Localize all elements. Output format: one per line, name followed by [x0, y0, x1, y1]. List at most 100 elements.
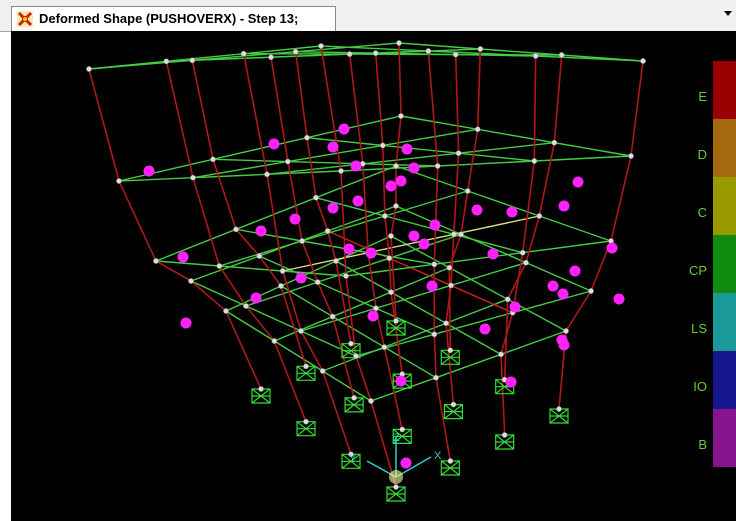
structure-icon — [17, 11, 33, 27]
joint-node — [329, 313, 336, 320]
joint-node — [443, 320, 449, 327]
beam-element — [382, 144, 459, 154]
joint-node — [319, 368, 326, 374]
joint-node — [450, 401, 457, 408]
joint-node — [386, 255, 393, 262]
joint-node — [223, 308, 229, 314]
plastic-hinge — [479, 323, 491, 335]
beam-element — [306, 115, 402, 139]
joint-node — [278, 283, 284, 289]
beam-element — [525, 262, 592, 292]
axis-label-z: Z — [393, 432, 400, 444]
joint-node — [318, 43, 324, 49]
joint-node — [379, 142, 386, 149]
beam-element — [445, 322, 502, 355]
beam-element — [219, 265, 283, 272]
joint-node — [393, 484, 399, 490]
joint-node — [271, 338, 278, 344]
joint-node — [536, 213, 543, 219]
joint-node — [268, 54, 274, 61]
joint-node — [372, 50, 379, 56]
joint-node — [450, 231, 457, 238]
plastic-hinge — [338, 123, 350, 135]
joint-node — [368, 398, 374, 404]
plastic-hinge — [143, 165, 155, 177]
plastic-hinge — [557, 288, 569, 300]
joint-node — [640, 58, 646, 64]
joint-node — [314, 279, 321, 285]
column-element — [427, 50, 452, 462]
beam-element — [398, 42, 481, 50]
joint-node — [285, 158, 291, 165]
plastic-hinge — [365, 247, 377, 259]
plastic-hinge — [177, 251, 189, 263]
beam-element — [219, 240, 303, 267]
joint-node — [447, 347, 454, 354]
beam-element — [458, 141, 555, 154]
beam-element — [300, 307, 377, 332]
joint-node — [446, 264, 453, 271]
joint-node — [388, 289, 394, 295]
origin-marker — [389, 470, 403, 484]
joint-node — [292, 48, 299, 55]
plastic-hinge — [295, 272, 307, 284]
beam-element — [301, 240, 369, 254]
beam-element — [274, 315, 333, 342]
plastic-hinge — [471, 204, 483, 216]
joint-node — [373, 305, 379, 312]
beam-element — [282, 251, 369, 272]
beam-element — [534, 155, 632, 162]
model-viewport[interactable]: ZYX E D C CP LS IO B — [11, 31, 736, 521]
beam-element — [458, 152, 535, 162]
plastic-hinge — [255, 225, 267, 237]
deformed-shape-view: Z Y X — [86, 40, 646, 502]
joint-node — [346, 51, 353, 57]
joint-node — [498, 351, 504, 358]
beam-element — [212, 158, 288, 163]
plastic-hinge — [401, 143, 413, 155]
joint-node — [333, 258, 339, 264]
plastic-hinge — [505, 376, 517, 388]
plastic-hinge — [395, 375, 407, 387]
plastic-hinge — [352, 195, 364, 207]
beam-element — [322, 370, 372, 402]
plastic-hinge — [569, 265, 581, 277]
plastic-hinge — [350, 160, 362, 172]
tab-title: Deformed Shape (PUSHOVERX) - Step 13; — [39, 11, 299, 26]
joint-node — [298, 328, 304, 334]
beam-element — [383, 346, 437, 379]
beam-element — [437, 160, 535, 167]
joint-node — [381, 344, 388, 350]
plastic-hinge — [180, 317, 192, 329]
joint-node — [393, 163, 399, 169]
joint-node — [628, 153, 634, 159]
joint-node — [382, 213, 388, 219]
joint-node — [324, 228, 331, 234]
joint-node — [447, 458, 454, 464]
column-element — [165, 61, 307, 422]
tab-deformed-shape[interactable]: Deformed Shape (PUSHOVERX) - Step 13; — [11, 6, 336, 31]
joint-node — [398, 113, 404, 119]
joint-node — [210, 156, 216, 163]
beam-element — [245, 305, 302, 332]
joint-node — [189, 57, 196, 64]
beam-element — [306, 136, 383, 147]
plastic-hinge — [250, 292, 262, 304]
joint-node — [523, 259, 529, 266]
beam-element — [453, 233, 523, 254]
joint-node — [588, 288, 594, 294]
plastic-hinge — [408, 230, 420, 242]
beam-element — [522, 240, 612, 254]
joint-node — [153, 258, 159, 264]
column-element — [320, 45, 397, 488]
joint-node — [504, 296, 511, 303]
app-window: Deformed Shape (PUSHOVERX) - Step 13; Z Y… — [0, 0, 736, 521]
beam-element — [382, 128, 478, 147]
joint-node — [116, 178, 122, 184]
beam-element — [400, 115, 478, 131]
beam-element — [235, 197, 317, 230]
joint-node — [388, 233, 394, 239]
chevron-down-icon[interactable] — [724, 11, 732, 16]
plastic-hinge — [343, 243, 355, 255]
beam-element — [384, 215, 454, 236]
